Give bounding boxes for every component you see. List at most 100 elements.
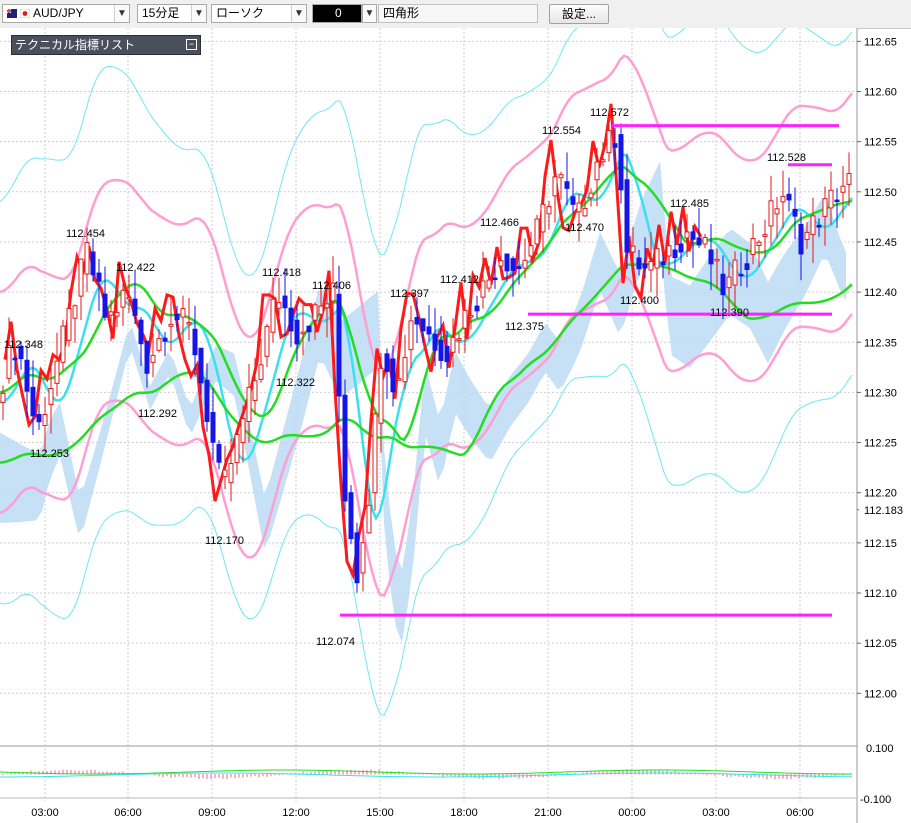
x-tick-label: 06:00 xyxy=(114,807,142,819)
oscillator-bar xyxy=(210,774,212,779)
y-tick-label: 112.55 xyxy=(864,137,897,149)
price-annotation: 112.470 xyxy=(565,222,604,234)
bull-candle xyxy=(594,161,600,181)
bear-candle xyxy=(570,196,576,205)
oscillator-bar xyxy=(486,774,488,778)
color-dropdown-button[interactable]: ▼ xyxy=(362,4,377,23)
price-annotation: 112.422 xyxy=(116,262,155,274)
bull-candle xyxy=(732,259,738,286)
bear-candle xyxy=(288,307,294,332)
bull-candle xyxy=(318,305,324,315)
oscillator-bar xyxy=(474,774,476,779)
color-select[interactable]: 0 xyxy=(312,4,362,23)
chart-style-label: ローソク xyxy=(216,6,265,20)
oscillator-bar xyxy=(726,774,728,778)
oscillator-bar xyxy=(226,774,228,780)
bull-candle xyxy=(528,245,534,257)
oscillator-bar xyxy=(194,774,196,778)
oscillator-bar xyxy=(178,774,180,777)
bear-candle xyxy=(426,326,432,335)
bear-candle xyxy=(306,325,312,333)
bull-candle xyxy=(804,231,810,240)
price-annotation: 112.418 xyxy=(262,267,301,279)
bull-candle xyxy=(840,185,846,193)
symbol-select[interactable]: AUD/JPY ▼ xyxy=(2,4,130,23)
bear-candle xyxy=(90,251,96,276)
bull-candle xyxy=(456,338,462,341)
oscillator-bar xyxy=(246,774,248,777)
oscillator-bar xyxy=(722,774,724,776)
bear-candle xyxy=(504,253,510,272)
bear-candle xyxy=(618,134,624,191)
oscillator-bar xyxy=(674,770,676,775)
oscillator-bar xyxy=(174,774,176,778)
chart-style-select[interactable]: ローソク ▼ xyxy=(211,4,307,23)
bear-candle xyxy=(696,237,702,246)
oscillator-bar xyxy=(778,774,780,779)
bull-candle xyxy=(300,331,306,335)
drawing-tool-select[interactable]: 四角形 xyxy=(378,4,538,23)
price-annotation: 112.406 xyxy=(312,280,351,292)
x-tick-label: 06:00 xyxy=(786,807,814,819)
oscillator-bar xyxy=(322,770,324,775)
bear-candle xyxy=(792,208,798,217)
oscillator-bar xyxy=(234,774,236,779)
chevron-down-icon[interactable]: ▼ xyxy=(114,5,129,22)
bear-candle xyxy=(798,223,804,255)
bear-candle xyxy=(336,293,342,397)
oscillator-bar xyxy=(406,773,408,775)
timeframe-select[interactable]: 15分足 ▼ xyxy=(137,4,207,23)
chevron-down-icon[interactable]: ▼ xyxy=(363,5,376,22)
bull-candle xyxy=(54,360,60,384)
bear-candle xyxy=(738,273,744,277)
bear-candle xyxy=(102,293,108,318)
y-tick-label: 112.65 xyxy=(864,36,897,48)
oscillator-bar xyxy=(426,773,428,775)
bull-candle xyxy=(84,241,90,275)
bull-candle xyxy=(498,260,504,267)
x-tick-label: 18:00 xyxy=(450,807,478,819)
minimize-icon[interactable]: − xyxy=(186,39,197,50)
bull-candle xyxy=(270,298,276,333)
bull-candle xyxy=(780,195,786,203)
price-annotation: 112.400 xyxy=(620,295,659,307)
bear-candle xyxy=(834,199,840,203)
oscillator-bar xyxy=(214,774,216,779)
bear-candle xyxy=(24,359,30,392)
oscillator-bar xyxy=(646,770,648,775)
oscillator-bar xyxy=(790,774,792,780)
bull-candle xyxy=(186,321,192,325)
bull-candle xyxy=(372,413,378,494)
settings-button[interactable]: 設定... xyxy=(549,4,609,24)
price-chart[interactable]: 112.454 112.422 112.348 112.292 112.253 112.1… xyxy=(0,28,911,823)
bear-candle xyxy=(144,340,150,374)
bull-candle xyxy=(828,189,834,209)
price-annotation: 112.485 xyxy=(670,198,709,210)
indicator-list-panel[interactable]: テクニカル指標リスト − xyxy=(11,35,201,55)
bull-candle xyxy=(582,207,588,217)
bull-candle xyxy=(108,311,114,316)
bull-candle xyxy=(534,218,540,245)
chevron-down-icon[interactable]: ▼ xyxy=(191,5,206,22)
bear-candle xyxy=(672,249,678,259)
oscillator-bar xyxy=(202,774,204,779)
price-annotation: 112.375 xyxy=(505,321,544,333)
oscillator-bar xyxy=(42,770,44,775)
bear-candle xyxy=(420,318,426,332)
bear-candle xyxy=(174,313,180,321)
oscillator-bar xyxy=(614,771,616,775)
oscillator-label-bottom: -0.100 xyxy=(860,794,891,806)
bull-candle xyxy=(72,305,78,319)
bear-candle xyxy=(438,339,444,361)
bull-candle xyxy=(180,308,186,318)
bear-candle xyxy=(210,411,216,443)
bull-candle xyxy=(810,215,816,235)
toolbar: AUD/JPY ▼ 15分足 ▼ ローソク ▼ 0 ▼ 四角形 設定... xyxy=(0,0,911,29)
bull-candle xyxy=(462,309,468,329)
chevron-down-icon[interactable]: ▼ xyxy=(291,5,306,22)
oscillator-bar xyxy=(786,774,788,780)
bull-candle xyxy=(276,302,282,309)
bull-candle xyxy=(552,176,558,197)
bull-candle xyxy=(666,245,672,257)
bull-candle xyxy=(606,130,612,154)
